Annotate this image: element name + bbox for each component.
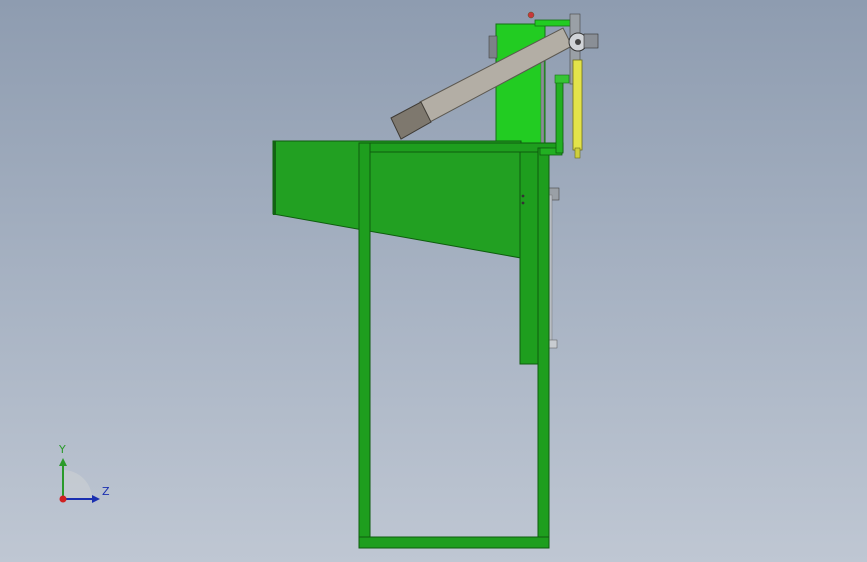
- graphics-viewport[interactable]: Y Z: [0, 0, 867, 562]
- pivot-wheel-hub: [575, 39, 581, 45]
- frame-bottom-rail: [358, 536, 550, 549]
- frame-riser: [555, 79, 564, 154]
- green-cap: [554, 74, 570, 84]
- hopper-bolt-2: [521, 201, 525, 205]
- column-top-bracket: [488, 35, 498, 59]
- 3d-model-view[interactable]: [0, 0, 867, 562]
- hopper-lower-plate: [519, 147, 539, 365]
- triad-z-label: Z: [102, 485, 110, 498]
- side-bracket: [583, 33, 599, 49]
- top-plate: [534, 19, 576, 27]
- frame-right-leg: [537, 147, 550, 549]
- hopper-end-strip: [273, 141, 276, 215]
- hopper-side-panel[interactable]: [272, 140, 522, 259]
- yellow-cylinder-rod: [574, 147, 581, 159]
- yellow-cylinder[interactable]: [572, 59, 583, 151]
- frame-left-leg: [358, 142, 371, 549]
- triad-y-label: Y: [59, 443, 66, 456]
- top-indicator: [527, 11, 535, 19]
- orientation-triad[interactable]: Y Z: [50, 440, 120, 510]
- frame-top-rail: [358, 142, 564, 153]
- hopper-bolt-1: [521, 194, 525, 198]
